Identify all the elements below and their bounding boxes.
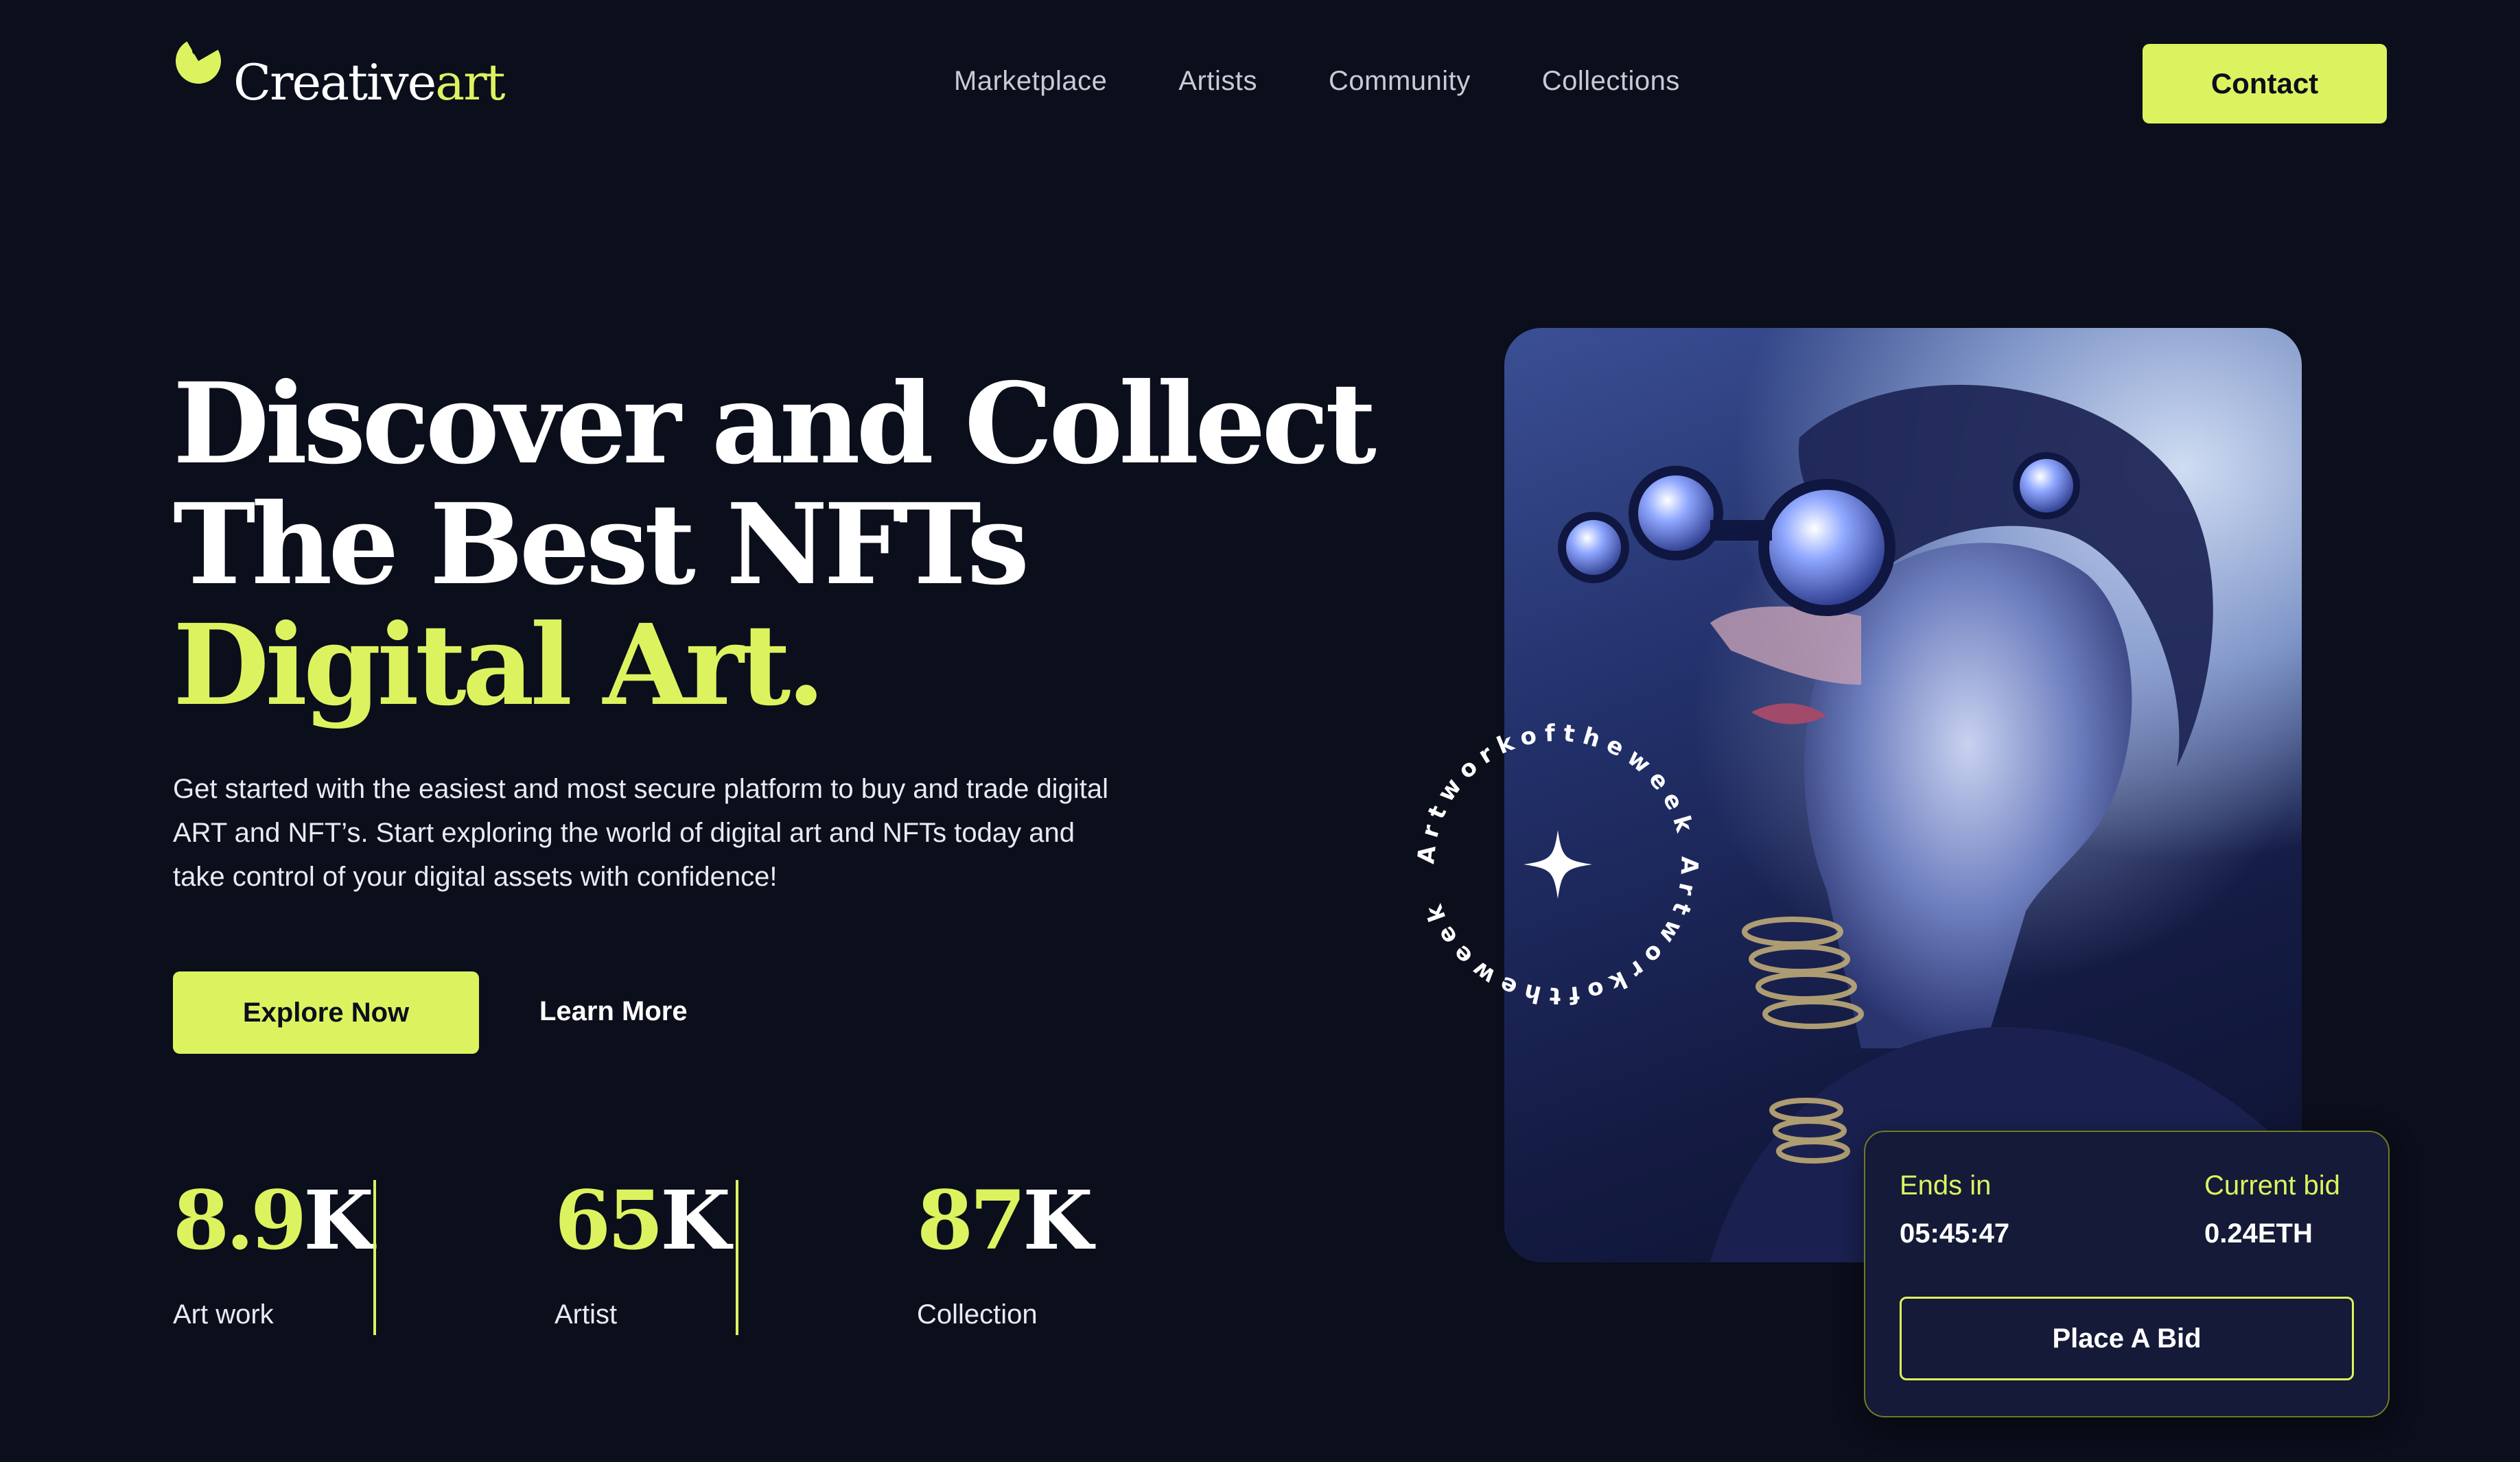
stat-artist-label: Artist: [555, 1299, 618, 1330]
brand-name: Creativeart: [233, 54, 506, 111]
headline-line-2: The Best NFTs: [173, 480, 1029, 610]
headline-line-1: Discover and Collect: [173, 359, 1377, 489]
ends-in-value: 05:45:47: [1900, 1218, 2010, 1249]
logo-mark-icon: [176, 41, 221, 84]
stat-divider: [373, 1180, 376, 1335]
stat-divider: [736, 1180, 738, 1335]
main-nav: Marketplace Artists Community Collection…: [954, 66, 1680, 97]
badge-ring: Artworkoftheweek Artworkoftheweek: [1412, 720, 1695, 1010]
nav-community[interactable]: Community: [1329, 66, 1471, 97]
stat-artwork: 8.9K Art work: [173, 1172, 374, 1330]
learn-more-link[interactable]: Learn More: [539, 996, 688, 1027]
bid-card: Ends in 05:45:47 Current bid 0.24ETH Pla…: [1864, 1131, 2390, 1417]
sparkle-icon: [1524, 830, 1592, 899]
artwork-of-the-week-badge: Artworkoftheweek Artworkoftheweek: [1400, 707, 1716, 1022]
contact-button[interactable]: Contact: [2143, 44, 2387, 123]
hero-headline: Discover and Collect The Best NFTs Digit…: [173, 359, 1377, 731]
stat-artist: 65K Artist: [555, 1172, 731, 1330]
stat-collection: 87K Collection: [917, 1172, 1093, 1330]
brand-logo[interactable]: Creativeart: [173, 41, 506, 111]
stat-artwork-label: Art work: [173, 1299, 274, 1330]
headline-line-3: Digital Art.: [173, 600, 826, 731]
current-bid-label: Current bid: [2204, 1170, 2340, 1201]
nav-artists[interactable]: Artists: [1178, 66, 1257, 97]
place-bid-button[interactable]: Place A Bid: [1900, 1297, 2354, 1380]
stat-artist-value: 65K: [555, 1172, 731, 1268]
ends-in-label: Ends in: [1900, 1170, 1992, 1201]
stat-artwork-value: 8.9K: [173, 1172, 374, 1268]
nav-marketplace[interactable]: Marketplace: [954, 66, 1107, 97]
current-bid-value: 0.24ETH: [2204, 1218, 2313, 1249]
explore-now-button[interactable]: Explore Now: [173, 971, 479, 1054]
stat-collection-value: 87K: [917, 1172, 1093, 1268]
stat-collection-label: Collection: [917, 1299, 1038, 1330]
nav-collections[interactable]: Collections: [1542, 66, 1680, 97]
hero-description: Get started with the easiest and most se…: [173, 774, 1108, 892]
